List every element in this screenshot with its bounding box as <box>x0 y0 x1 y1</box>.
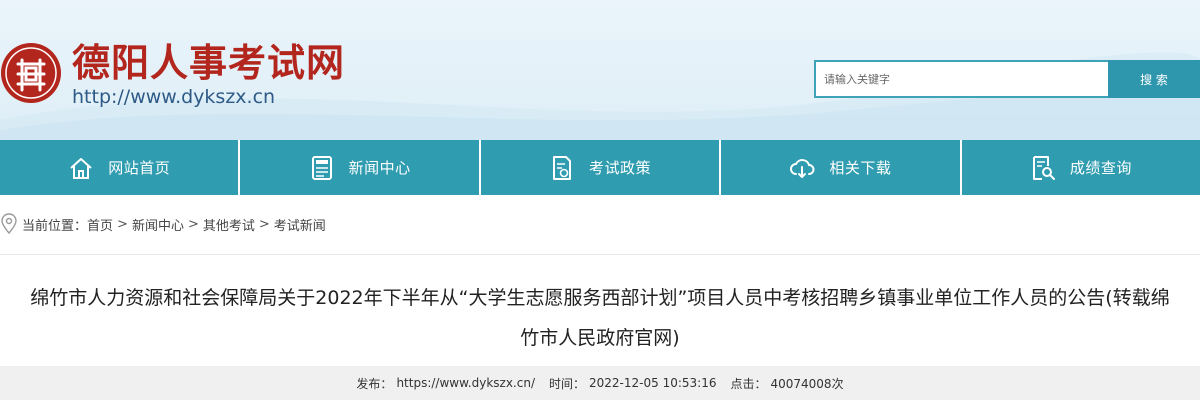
nav-item-policy[interactable]: 考试政策 <box>481 140 722 195</box>
article-title-line-1: 绵竹市人力资源和社会保障局关于2022年下半年从“大学生志愿服务西部计划”项目人… <box>30 287 1170 309</box>
site-logo[interactable] <box>0 42 62 104</box>
nav-label: 考试政策 <box>589 159 652 177</box>
nav-item-home[interactable]: 网站首页 <box>0 140 241 195</box>
breadcrumb-separator: > <box>258 216 270 232</box>
breadcrumb-prefix: 当前位置： <box>22 218 88 234</box>
search-box <box>814 60 1110 98</box>
policy-icon <box>553 155 571 180</box>
breadcrumb-link-news-center[interactable]: 新闻中心 <box>132 215 184 234</box>
nav-item-news[interactable]: 新闻中心 <box>240 140 481 195</box>
breadcrumb-link-exam-news[interactable]: 考试新闻 <box>274 215 326 234</box>
breadcrumb-divider <box>0 254 1200 255</box>
nav-label: 相关下载 <box>829 159 892 177</box>
article-title: 绵竹市人力资源和社会保障局关于2022年下半年从“大学生志愿服务西部计划”项目人… <box>0 278 1200 358</box>
location-pin-icon <box>1 213 17 235</box>
nav-label: 新闻中心 <box>348 159 411 177</box>
search-button[interactable]: 搜 索 <box>1108 60 1200 98</box>
breadcrumb-separator: > <box>117 216 128 232</box>
nav-label: 网站首页 <box>108 159 171 177</box>
time-value: 2022-12-05 10:53:16 <box>589 376 717 390</box>
site-url: http://www.dykszx.cn <box>72 86 276 108</box>
breadcrumb-link-home[interactable]: 首页 <box>87 215 113 234</box>
site-title[interactable]: 德阳人事考试网 <box>72 40 345 86</box>
news-icon <box>311 155 332 180</box>
article-meta-bar: 发布： https://www.dykszx.cn/ 时间： 2022-12-0… <box>0 366 1200 400</box>
breadcrumb-link-other-exams[interactable]: 其他考试 <box>203 215 255 234</box>
publisher-label: 发布： <box>356 376 393 391</box>
nav-label: 成绩查询 <box>1069 159 1132 177</box>
home-icon <box>70 157 92 179</box>
article-title-line-2: 竹市人民政府官网) <box>520 327 680 349</box>
nav-item-score-query[interactable]: 成绩查询 <box>962 140 1200 195</box>
cloud-download-icon <box>790 158 815 178</box>
publisher-value: https://www.dykszx.cn/ <box>396 376 535 390</box>
nav-item-downloads[interactable]: 相关下载 <box>721 140 962 195</box>
breadcrumb-separator: > <box>187 216 199 232</box>
breadcrumb: 当前位置： 首页 > 新闻中心 > 其他考试 > 考试新闻 <box>0 211 326 237</box>
clicks-label: 点击： <box>730 376 767 391</box>
search-document-icon <box>1032 155 1055 180</box>
main-nav: 网站首页 新闻中心 考试政策 相关下载 成绩查询 <box>0 140 1200 195</box>
search-input[interactable] <box>816 62 1108 96</box>
clicks-value: 40074008次 <box>770 376 844 391</box>
site-header: 德阳人事考试网 http://www.dykszx.cn 搜 索 <box>0 0 1200 140</box>
time-label: 时间： <box>549 376 586 391</box>
